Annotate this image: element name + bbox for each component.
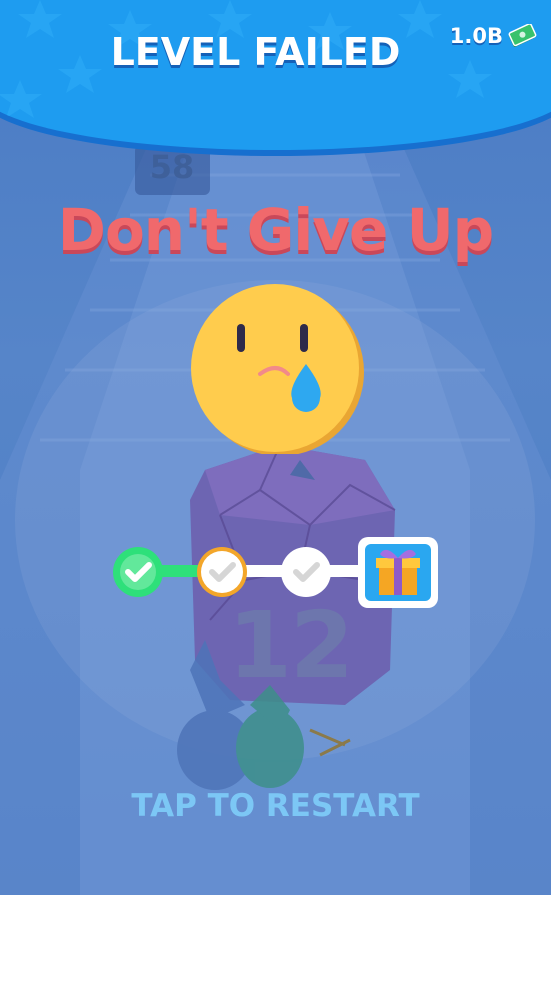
step-completed: [113, 547, 163, 597]
level-progress-bar: [113, 537, 438, 608]
step-upcoming: [281, 547, 331, 597]
encouragement-headline: Don't Give Up: [57, 196, 494, 264]
currency-value: 1.0B: [449, 24, 503, 48]
distance-counter: 58: [149, 148, 195, 186]
reward-gift-box: [358, 537, 438, 608]
cash-icon: [508, 24, 537, 47]
result-header: LEVEL FAILED: [0, 0, 551, 150]
game-screen[interactable]: 58 12 LEVEL FAILED 1.0B Don't Give Up TA…: [0, 0, 551, 895]
crying-face-icon: [191, 284, 364, 454]
currency-display: 1.0B: [450, 24, 537, 48]
step-current: [197, 547, 247, 597]
tap-to-restart-button[interactable]: TAP TO RESTART: [0, 788, 551, 824]
